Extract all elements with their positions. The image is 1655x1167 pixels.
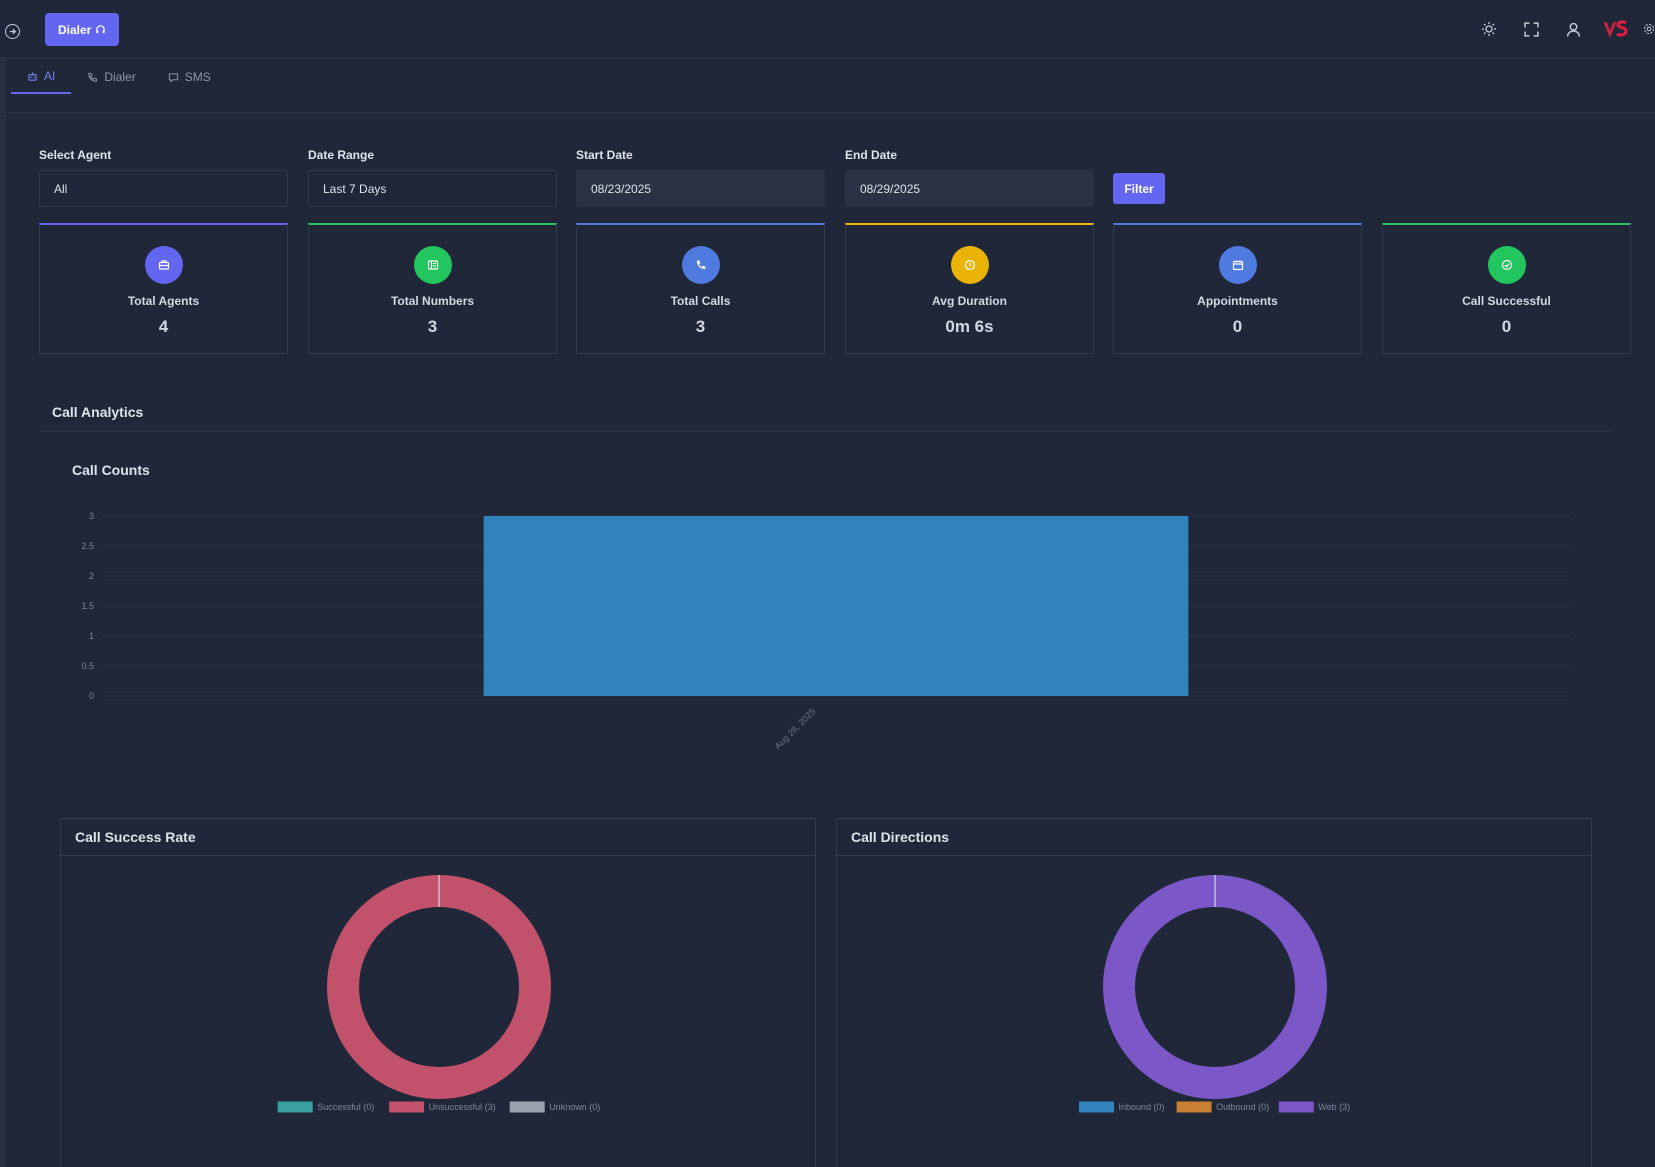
brand-logo-icon[interactable] xyxy=(1603,19,1631,39)
check-circle-icon xyxy=(1487,246,1526,284)
call-directions-chart: Inbound (0) Outbound (0) Web (3) xyxy=(1079,875,1350,1113)
tab-dialer[interactable]: Dialer xyxy=(71,60,151,94)
end-date-field: End Date 08/29/2025 xyxy=(845,148,1094,207)
section-title: Call Analytics xyxy=(52,404,144,420)
call-directions-panel: Call Directions Inbound (0) Outbound (0) W… xyxy=(836,818,1592,1167)
stat-card-call-successful: Call Successful 0 xyxy=(1382,223,1631,354)
legend-label: Outbound (0) xyxy=(1216,1102,1269,1112)
robot-icon xyxy=(28,71,37,81)
settings-icon[interactable] xyxy=(1643,19,1655,39)
divider xyxy=(39,431,1611,432)
tab-sms[interactable]: SMS xyxy=(152,60,227,94)
panel-title: Call Success Rate xyxy=(61,819,815,856)
left-edge-strip xyxy=(0,58,6,1167)
panel-title: Call Directions xyxy=(837,819,1591,856)
dialer-button-label: Dialer xyxy=(58,22,92,37)
field-label: End Date xyxy=(845,148,898,162)
phone-icon xyxy=(88,72,98,82)
y-tick-label: 2 xyxy=(89,571,94,581)
stat-title: Avg Duration xyxy=(932,294,1007,308)
list-icon xyxy=(413,246,452,284)
tab-ai[interactable]: AI xyxy=(11,60,72,94)
legend-label: Unknown (0) xyxy=(549,1102,600,1112)
end-date-input[interactable]: 08/29/2025 xyxy=(845,170,1094,207)
collapse-sidebar-icon[interactable] xyxy=(5,24,20,39)
top-bar: Dialer xyxy=(0,0,1655,58)
divider xyxy=(6,112,1655,113)
stat-title: Total Calls xyxy=(670,294,731,308)
message-icon xyxy=(168,72,178,83)
doughnut-slice xyxy=(1103,875,1327,1099)
legend-label: Inbound (0) xyxy=(1119,1102,1165,1112)
stat-title: Total Numbers xyxy=(390,294,475,308)
legend-swatch xyxy=(1176,1101,1212,1113)
y-tick-label: 1 xyxy=(89,631,94,641)
stat-card-total-calls: Total Calls 3 xyxy=(576,223,825,354)
stat-value: 3 xyxy=(427,317,438,336)
field-label: Select Agent xyxy=(39,148,112,162)
fullscreen-icon[interactable] xyxy=(1521,19,1541,39)
doughnut-slice xyxy=(327,875,551,1099)
call-counts-chart: 0 0.5 1 1.5 2 2.5 3 Aug 28, 2025 xyxy=(81,511,1570,751)
call-success-rate-panel: Call Success Rate Successful (0) Unsucces… xyxy=(60,818,816,1167)
y-tick-label: 1.5 xyxy=(81,601,94,611)
select-agent-field: Select Agent All xyxy=(39,148,288,207)
y-tick-label: 0 xyxy=(89,691,94,701)
legend-swatch xyxy=(1278,1101,1314,1113)
start-date-field: Start Date 08/23/2025 xyxy=(576,148,825,207)
field-label: Start Date xyxy=(576,148,633,162)
filter-button[interactable]: Filter xyxy=(1113,173,1165,204)
stat-value: 4 xyxy=(158,317,169,336)
legend-label: Web (3) xyxy=(1318,1102,1350,1112)
y-tick-label: 0.5 xyxy=(81,661,94,671)
tab-label: Dialer xyxy=(104,70,136,84)
headset-icon xyxy=(96,25,106,34)
legend-swatch xyxy=(389,1101,425,1113)
calendar-icon xyxy=(1218,246,1257,284)
chart-title: Call Counts xyxy=(72,462,150,478)
stat-value: 0m 6s xyxy=(945,317,994,336)
stat-value: 0 xyxy=(1501,317,1512,336)
phone-icon xyxy=(681,246,720,284)
stat-title: Appointments xyxy=(1197,294,1278,308)
field-label: Date Range xyxy=(308,148,375,162)
stat-card-appointments: Appointments 0 xyxy=(1113,223,1362,354)
legend-swatch xyxy=(277,1101,313,1113)
call-success-rate-chart: Successful (0) Unsuccessful (3) Unknown (0… xyxy=(277,875,600,1113)
stat-card-total-numbers: Total Numbers 3 xyxy=(308,223,557,354)
tab-label: AI xyxy=(44,69,56,83)
stat-title: Total Agents xyxy=(127,294,200,308)
tab-label: SMS xyxy=(184,70,211,84)
bar xyxy=(483,516,1189,696)
start-date-input[interactable]: 08/23/2025 xyxy=(576,170,825,207)
stat-value: 0 xyxy=(1232,317,1243,336)
theme-toggle-icon[interactable] xyxy=(1479,19,1499,39)
stat-card-total-agents: Total Agents 4 xyxy=(39,223,288,354)
user-icon[interactable] xyxy=(1563,19,1583,39)
dialer-button[interactable]: Dialer xyxy=(45,13,120,46)
clock-icon xyxy=(950,246,989,284)
legend-swatch xyxy=(1079,1101,1114,1113)
stat-card-avg-duration: Avg Duration 0m 6s xyxy=(845,223,1094,354)
x-tick-label: Aug 28, 2025 xyxy=(772,706,817,751)
stat-title: Call Successful xyxy=(1462,294,1551,308)
legend-label: Successful (0) xyxy=(317,1102,374,1112)
stat-value: 3 xyxy=(695,317,706,336)
tab-bar: AI Dialer SMS xyxy=(11,60,227,94)
select-agent-dropdown[interactable]: All xyxy=(39,170,288,207)
date-range-field: Date Range Last 7 Days xyxy=(308,148,557,207)
y-tick-label: 2.5 xyxy=(81,541,94,551)
date-range-dropdown[interactable]: Last 7 Days xyxy=(308,170,557,207)
legend-swatch xyxy=(509,1101,545,1113)
legend-label: Unsuccessful (3) xyxy=(429,1102,496,1112)
briefcase-icon xyxy=(144,246,183,284)
y-tick-label: 3 xyxy=(89,511,94,521)
